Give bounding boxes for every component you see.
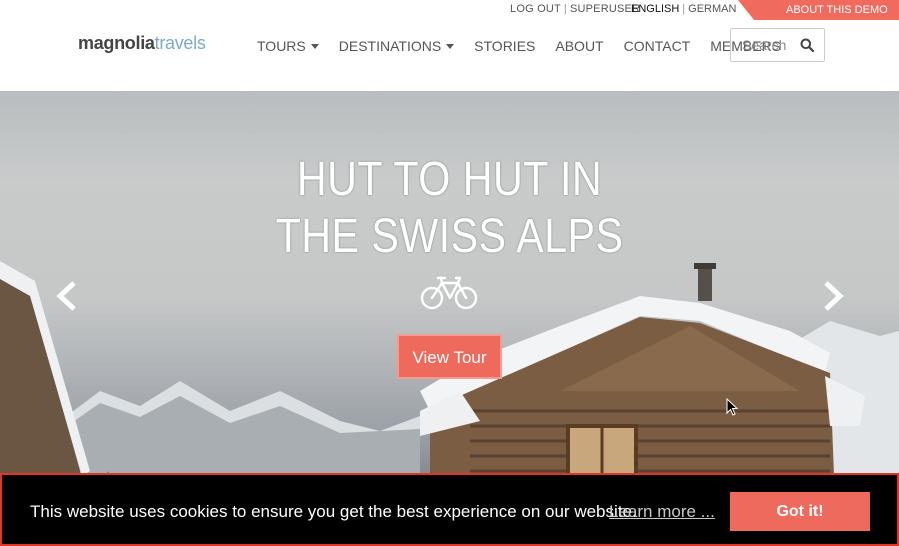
carousel-next-icon[interactable] <box>820 279 846 313</box>
caret-down-icon <box>446 43 455 49</box>
caret-down-icon <box>310 43 319 49</box>
nav-contact[interactable]: CONTACT <box>624 38 691 54</box>
nav-about[interactable]: ABOUT <box>555 38 603 54</box>
cookie-consent-banner: This website uses cookies to ensure you … <box>0 473 899 546</box>
nav-label: ABOUT <box>555 38 604 54</box>
search-icon[interactable] <box>800 38 814 52</box>
nav-label: DESTINATIONS <box>338 38 442 54</box>
logo-text-primary: magnolia <box>78 33 155 53</box>
logo-text-secondary: travels <box>154 33 206 53</box>
separator: | <box>682 3 686 15</box>
language-switcher: ENGLISH | GERMAN <box>631 3 736 15</box>
carousel-prev-icon[interactable] <box>54 279 80 313</box>
hero-title-line-1: HUT TO HUT IN <box>296 153 603 206</box>
hero-title-line-2: THE SWISS ALPS <box>275 210 624 263</box>
user-name[interactable]: SUPERUSER <box>570 3 640 15</box>
nav-label: TOURS <box>257 38 306 54</box>
nav-label: CONTACT <box>623 38 691 54</box>
hero-title: HUT TO HUT IN THE SWISS ALPS <box>0 151 899 265</box>
account-links: LOG OUT | SUPERUSER <box>510 3 640 15</box>
search-box <box>730 28 825 62</box>
logout-link[interactable]: LOG OUT <box>510 3 561 15</box>
cookie-message: This website uses cookies to ensure you … <box>30 502 637 521</box>
learn-more-link[interactable]: Learn more ... <box>609 502 715 522</box>
language-german[interactable]: GERMAN <box>688 3 736 15</box>
view-tour-button[interactable]: View Tour <box>397 334 502 379</box>
separator: | <box>563 3 567 15</box>
about-demo-link[interactable]: ABOUT THIS DEMO <box>738 0 899 20</box>
language-english[interactable]: ENGLISH <box>631 3 679 15</box>
main-navigation: TOURS DESTINATIONS STORIES ABOUT CONTACT… <box>257 38 801 54</box>
mouse-cursor-icon <box>726 398 738 416</box>
site-logo[interactable]: magnoliatravels <box>78 33 206 54</box>
nav-destinations[interactable]: DESTINATIONS <box>338 38 455 54</box>
search-input[interactable] <box>731 29 796 61</box>
bicycle-icon <box>420 276 478 310</box>
nav-stories[interactable]: STORIES <box>474 38 535 54</box>
accept-cookies-button[interactable]: Got it! <box>730 492 870 531</box>
nav-label: STORIES <box>474 38 536 54</box>
nav-tours[interactable]: TOURS <box>257 38 319 54</box>
top-utility-bar: LOG OUT | SUPERUSER ENGLISH | GERMAN ABOUT T… <box>0 0 899 20</box>
